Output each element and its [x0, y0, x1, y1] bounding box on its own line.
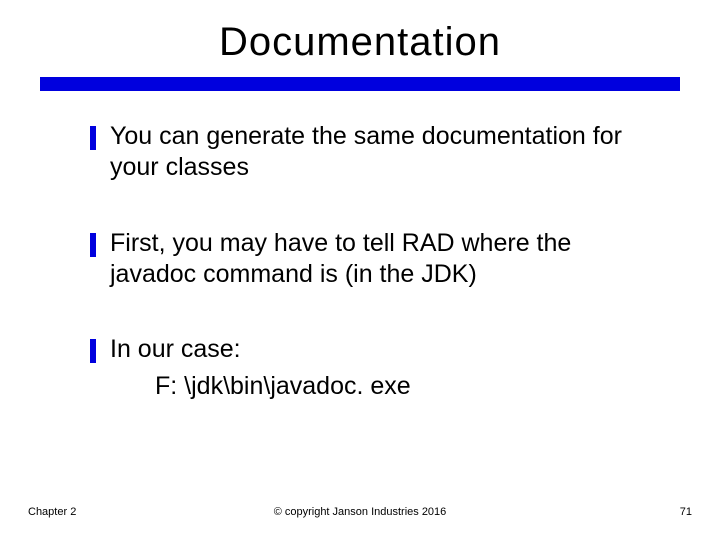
title-rule [40, 77, 680, 91]
footer: Chapter 2 © copyright Janson Industries … [0, 506, 720, 518]
bullet-marker-icon [90, 233, 96, 257]
content-area: You can generate the same documentation … [40, 121, 680, 540]
bullet-text: You can generate the same documentation … [110, 121, 660, 184]
bullet-item: In our case: F: \jdk\bin\javadoc. exe [90, 334, 660, 403]
footer-left: Chapter 2 [28, 506, 76, 518]
bullet-marker-icon [90, 126, 96, 150]
footer-right: 71 [680, 506, 692, 518]
bullet-item: You can generate the same documentation … [90, 121, 660, 184]
bullet-marker-icon [90, 339, 96, 363]
bullet-text: First, you may have to tell RAD where th… [110, 228, 660, 291]
bullet-subtext: F: \jdk\bin\javadoc. exe [155, 371, 660, 402]
bullet-item: First, you may have to tell RAD where th… [90, 228, 660, 291]
bullet-text: In our case: [110, 334, 241, 365]
slide: Documentation You can generate the same … [0, 0, 720, 540]
slide-title: Documentation [40, 20, 680, 65]
footer-center: © copyright Janson Industries 2016 [274, 506, 447, 518]
